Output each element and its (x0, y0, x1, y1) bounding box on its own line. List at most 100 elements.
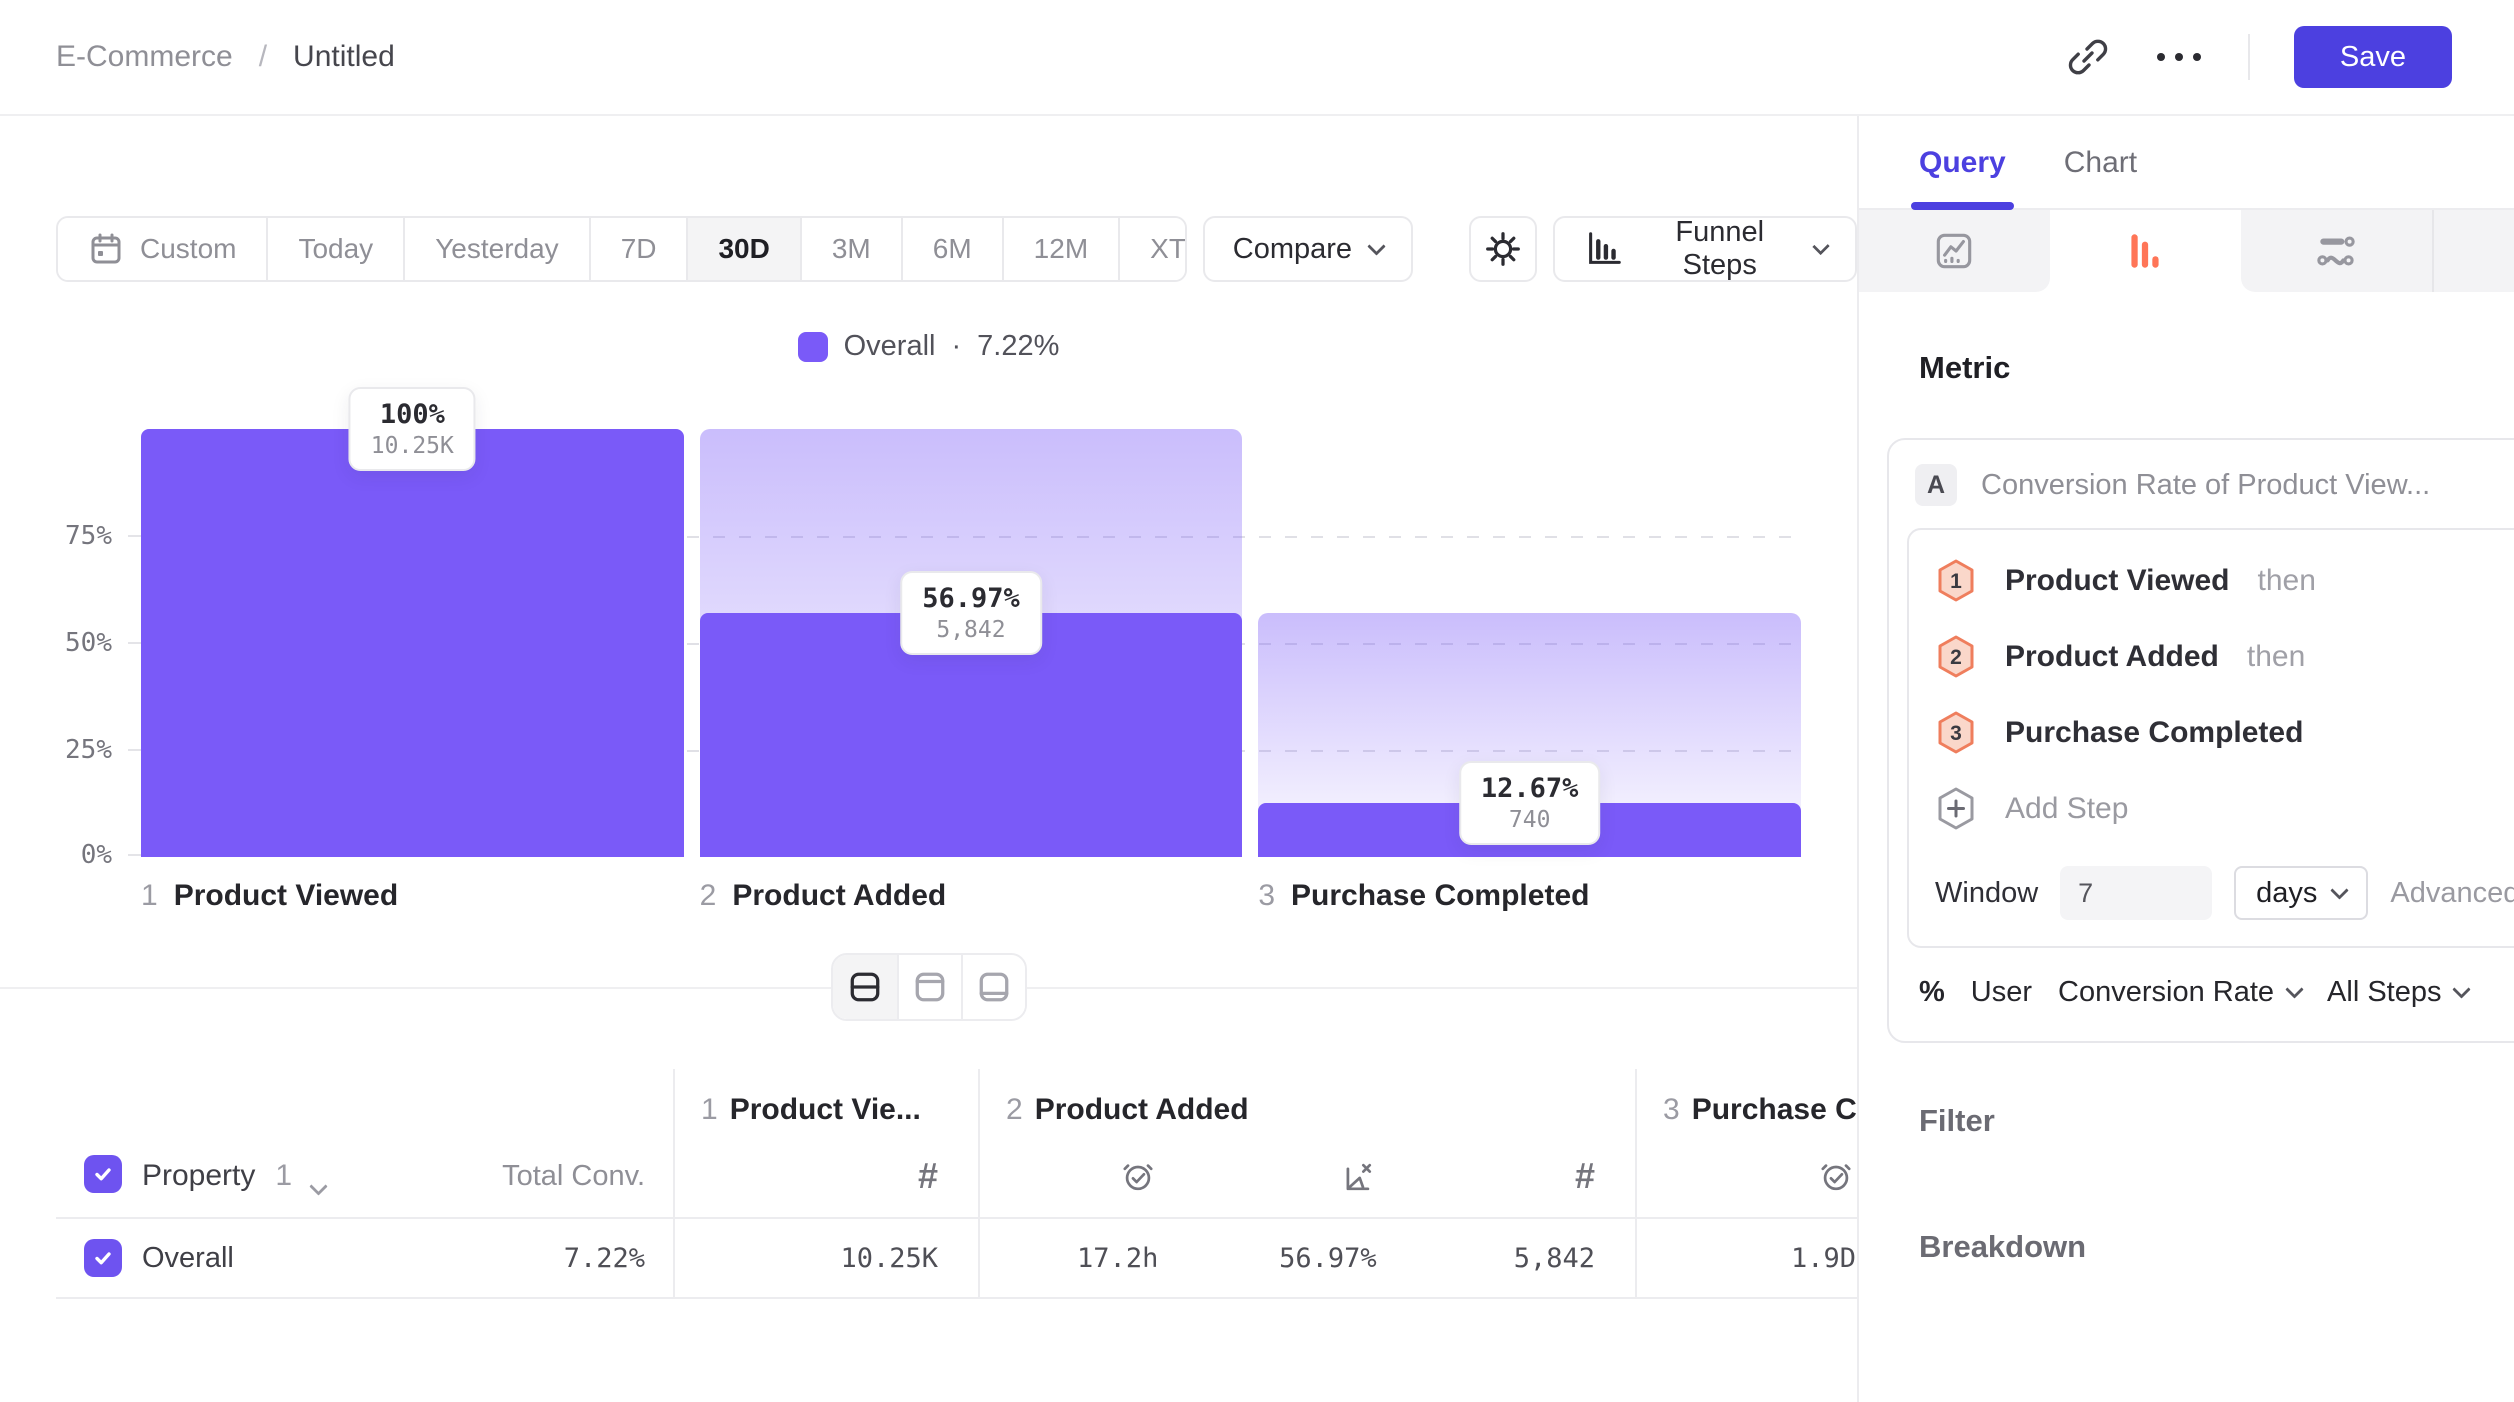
window-value-input[interactable] (2060, 866, 2212, 920)
steps-scope-selector[interactable]: All Steps (2327, 976, 2468, 1009)
entity-selector[interactable]: User (1971, 976, 2032, 1009)
conversion-bar (141, 429, 684, 857)
chart-type-funnel[interactable] (2050, 210, 2241, 292)
split-view-icon (845, 967, 885, 1007)
funnel-bar-purchase-completed[interactable]: 12.67% 740 (1258, 429, 1801, 857)
split-view-button[interactable] (833, 955, 897, 1019)
legend-swatch (798, 332, 828, 362)
table-only-icon (974, 967, 1014, 1007)
filter-label: Filter (1919, 1103, 1995, 1139)
breadcrumb-separator: / (259, 40, 267, 74)
step-name: Purchase Completed (1291, 879, 1589, 913)
conversion-count: 10.25K (371, 433, 454, 459)
table-only-view-button[interactable] (961, 955, 1025, 1019)
breadcrumb-current[interactable]: Untitled (293, 40, 395, 74)
column-group-product-viewed[interactable]: 1Product Vie... # (673, 1069, 978, 1217)
date-range-3m[interactable]: 3M (802, 218, 903, 280)
property-header-cell: Property 1 Total Conv. (56, 1069, 673, 1217)
add-step-label: Add Step (2005, 792, 2128, 826)
column-group-product-added[interactable]: 2Product Added (978, 1069, 1635, 1217)
cell-group-3: 1.9D (1635, 1219, 1857, 1297)
table-row-overall[interactable]: Overall 7.22% 10.25K 17.2h 56.97% 5,842 … (56, 1219, 1857, 1299)
chevron-down-icon[interactable] (309, 1177, 327, 1195)
step-number: 2 (700, 879, 717, 913)
step-number: 3 (1258, 879, 1275, 913)
window-unit-select[interactable]: days (2234, 866, 2368, 920)
chart-view-selector[interactable]: Funnel Steps (1553, 216, 1857, 282)
dots-grid-icon (2506, 228, 2514, 274)
date-range-label: Custom (140, 233, 236, 265)
chart-type-insights[interactable] (1859, 210, 2050, 292)
select-all-checkbox[interactable] (84, 1155, 122, 1193)
chevron-down-icon (2285, 980, 2303, 998)
tab-query[interactable]: Query (1919, 146, 2006, 208)
count-icon[interactable]: # (1575, 1155, 1595, 1197)
series-letter-badge: A (1915, 464, 1957, 506)
step-event-name: Purchase Completed (2005, 716, 2303, 750)
funnel-step-1[interactable]: 1 Product Viewed then (1935, 558, 2514, 604)
property-selector-label[interactable]: Property (142, 1159, 255, 1193)
date-range-yesterday[interactable]: Yesterday (405, 218, 591, 280)
metric-title: Conversion Rate of Product View... (1981, 469, 2430, 502)
step1-count-value: 10.25K (675, 1243, 978, 1274)
save-button[interactable]: Save (2294, 26, 2452, 88)
date-range-12m[interactable]: 12M (1004, 218, 1120, 280)
funnel-bar-product-added[interactable]: 56.97% 5,842 (700, 429, 1243, 857)
cell-group-2: 17.2h 56.97% 5,842 (978, 1219, 1635, 1297)
funnel-bar-product-viewed[interactable]: 100% 10.25K (141, 429, 684, 857)
chart-settings-button[interactable] (1469, 216, 1536, 282)
count-icon[interactable]: # (918, 1155, 938, 1197)
flows-icon (2313, 228, 2359, 274)
step3-avg-time-value: 1.9D (1637, 1243, 1857, 1274)
breadcrumb-parent[interactable]: E-Commerce (56, 40, 233, 74)
step-connector: then (2258, 564, 2316, 598)
chart-type-more[interactable] (2432, 210, 2514, 292)
insights-line-chart-icon (1931, 228, 1977, 274)
step2-count-value: 5,842 (1417, 1243, 1635, 1274)
chevron-down-icon (1367, 237, 1385, 255)
funnel-step-2[interactable]: 2 Product Added then (1935, 634, 2514, 680)
column-step-name: Purchase C (1692, 1093, 1857, 1126)
chevron-down-icon (1812, 237, 1830, 255)
step-hexagon-badge: 1 (1935, 558, 1977, 604)
column-group-purchase-completed[interactable]: 3Purchase C (1635, 1069, 1857, 1217)
column-step-name: Product Added (1035, 1093, 1249, 1126)
date-range-xtd[interactable]: XTD (1120, 218, 1187, 280)
conv-rate-icon[interactable] (1337, 1157, 1377, 1197)
date-range-7d[interactable]: 7D (591, 218, 689, 280)
plot-area: 100% 10.25K 56.97% 5,842 (141, 429, 1801, 857)
date-range-30d[interactable]: 30D (688, 218, 801, 280)
ellipsis-icon (2154, 51, 2204, 63)
date-range-custom[interactable]: Custom (58, 218, 268, 280)
more-menu-button[interactable] (2154, 51, 2204, 63)
layout-toggle-group (831, 953, 1027, 1021)
value-label-chip: 100% 10.25K (349, 387, 476, 471)
add-step-button[interactable]: Add Step (1935, 786, 2514, 832)
date-range-6m[interactable]: 6M (903, 218, 1004, 280)
tab-chart[interactable]: Chart (2064, 146, 2137, 208)
chart-type-flows[interactable] (2241, 210, 2432, 292)
legend-series-label: Overall (844, 330, 936, 363)
row-checkbox[interactable] (84, 1239, 122, 1277)
calendar-icon (88, 231, 124, 267)
metric-summary-row[interactable]: A Conversion Rate of Product View... (1889, 440, 2514, 528)
step-name: Product Added (732, 879, 946, 913)
measurement-selector[interactable]: Conversion Rate (2058, 976, 2301, 1009)
table-header: Property 1 Total Conv. 1Product Vie... # (56, 1069, 1857, 1219)
date-range-today[interactable]: Today (268, 218, 405, 280)
chart-only-view-button[interactable] (897, 955, 961, 1019)
funnel-step-3[interactable]: 3 Purchase Completed (1935, 710, 2514, 756)
advanced-toggle[interactable]: Advanced (2390, 877, 2514, 910)
step-label-1: 1 Product Viewed (141, 879, 684, 913)
total-conv-header[interactable]: Total Conv. (502, 1160, 645, 1193)
gear-icon (1482, 228, 1524, 270)
chart-type-tabs (1859, 208, 2514, 292)
conversion-window-row: Window days Advanced (1935, 866, 2514, 920)
avg-time-icon[interactable] (1118, 1157, 1158, 1197)
copy-link-button[interactable] (2066, 35, 2110, 79)
step2-avg-time-value: 17.2h (980, 1243, 1198, 1274)
compare-button[interactable]: Compare (1203, 216, 1413, 282)
avg-time-icon[interactable] (1816, 1157, 1856, 1197)
steps-scope-label: All Steps (2327, 976, 2441, 1009)
chart-legend[interactable]: Overall · 7.22% (0, 330, 1857, 363)
